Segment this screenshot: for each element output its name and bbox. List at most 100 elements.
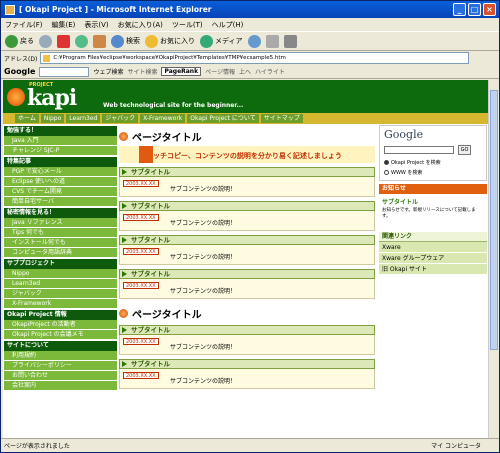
menu-file[interactable]: ファイル(F) [5, 20, 43, 30]
sidebar-item[interactable]: チャレンジ SJC-P [4, 146, 117, 156]
google-toolbar-logo[interactable]: Google [4, 67, 35, 76]
minimize-button[interactable]: _ [453, 3, 466, 16]
close-button[interactable]: × [483, 3, 496, 16]
related-link[interactable]: 旧 Okapi サイト [379, 264, 487, 275]
search-icon [111, 34, 124, 48]
sub-description: サブコンテンツの説明！ [170, 186, 237, 193]
address-input[interactable]: C:¥Program Files¥eclipse¥workspace¥Okapi… [40, 52, 469, 64]
subtitle: サブタイトル [119, 269, 375, 279]
sidebar-item[interactable]: CVS でチーム開発 [4, 187, 117, 197]
scrollbar-thumb[interactable] [490, 90, 498, 350]
sidebar-item[interactable]: 会社案内 [4, 381, 117, 391]
forward-button[interactable] [39, 34, 52, 48]
menu-edit[interactable]: 編集(E) [52, 20, 76, 30]
pagerank-indicator[interactable]: PageRank [161, 67, 202, 76]
google-logo: Google [384, 128, 424, 141]
related-link[interactable]: Xware [379, 242, 487, 253]
stop-icon [57, 34, 70, 48]
browser-window: [ Okapi Project ] - Microsoft Internet E… [0, 0, 500, 453]
sidebar-item[interactable]: プライバシーポリシー [4, 361, 117, 371]
sub-section: サブタイトル 2003.XX.XX サブコンテンツの説明！ [119, 359, 375, 389]
sidebar-item[interactable]: コンピュータ用語辞典 [4, 248, 117, 258]
search-go-button[interactable]: GO [458, 145, 471, 155]
sidebar-item[interactable]: ジャバック [4, 289, 117, 299]
sidebar-item[interactable]: PGP で安心メール [4, 167, 117, 177]
nav-nippo[interactable]: Nippo [40, 114, 65, 123]
sidebar-item[interactable]: Okapi Project の会議メモ [4, 330, 117, 340]
news-title[interactable]: サブタイトル [382, 197, 484, 206]
sidebar-item[interactable]: 利用規約 [4, 351, 117, 361]
nav-sitemap[interactable]: サイトマップ [260, 114, 303, 123]
security-zone: マイ コンピュータ [431, 443, 481, 450]
refresh-icon [75, 34, 88, 48]
sidebar-heading: Okapi Project 情報 [4, 310, 117, 320]
stop-button[interactable] [57, 34, 70, 48]
address-label: アドレス(D) [4, 55, 38, 63]
nav-xframework[interactable]: X-Framework [140, 114, 186, 123]
site-search-button[interactable]: サイト検索 [127, 67, 157, 76]
home-button[interactable] [93, 34, 106, 48]
google-search-panel: Google GO Okapi Project を検索 WWW を検索 [379, 125, 487, 181]
menu-view[interactable]: 表示(V) [84, 20, 108, 30]
sidebar-item[interactable]: Nippo [4, 269, 117, 279]
page-title: ページタイトル [119, 305, 375, 321]
sub-section: サブタイトル 2003.XX.XX サブコンテンツの説明！ [119, 201, 375, 231]
radio-site-search[interactable]: Okapi Project を検索 [384, 159, 441, 166]
history-button[interactable] [247, 34, 261, 48]
back-arrow-icon [5, 34, 18, 48]
site-search-input[interactable] [384, 146, 454, 154]
refresh-button[interactable] [75, 34, 88, 48]
sub-section: サブタイトル 2003.XX.XX サブコンテンツの説明！ [119, 235, 375, 265]
date-badge: 2003.XX.XX [123, 282, 159, 289]
toolbar: 戻る 検索 お気に入り メディア [1, 31, 499, 51]
nav-learn3ed[interactable]: Learn3ed [66, 114, 101, 123]
highlight-button[interactable]: ハイライト [255, 67, 285, 76]
favorites-button[interactable]: お気に入り [145, 34, 195, 48]
status-text: ページが表示されました [4, 443, 70, 450]
date-badge: 2003.XX.XX [123, 214, 159, 221]
site-logo[interactable]: PROJECT kapi [7, 82, 83, 111]
sidebar-item[interactable]: 簡単自宅サーバ [4, 197, 117, 207]
sidebar-item[interactable]: お問い合わせ [4, 371, 117, 381]
print-button[interactable] [283, 34, 297, 48]
page-info-button[interactable]: ページ情報 [205, 67, 235, 76]
sidebar-item[interactable]: Java 入門 [4, 136, 117, 146]
sidebar-heading: 勉強する！ [4, 126, 117, 136]
nav-about[interactable]: Okapi Project について [187, 114, 259, 123]
sidebar-item[interactable]: Eclipse 使いへの道 [4, 177, 117, 187]
news-box: サブタイトル お知らせです。新規リリースについて記載します。 [379, 194, 487, 229]
related-link[interactable]: Xware グループウェア [379, 253, 487, 264]
maximize-button[interactable]: □ [468, 3, 481, 16]
mail-icon [265, 34, 279, 48]
search-button[interactable]: 検索 [111, 34, 140, 48]
media-button[interactable]: メディア [200, 34, 243, 48]
menu-favorites[interactable]: お気に入り(A) [118, 20, 163, 30]
sidebar-item[interactable]: インストール何でも [4, 238, 117, 248]
mail-button[interactable] [265, 34, 279, 48]
catch-copy: キャッチコピー、コンテンツの説明を分かり易く記述しましょう [119, 146, 375, 163]
site-tagline: Web technological site for the beginner.… [103, 102, 244, 109]
sidebar-item[interactable]: X-Framework [4, 299, 117, 309]
menu-tools[interactable]: ツール(T) [172, 20, 203, 30]
sub-description: サブコンテンツの説明！ [170, 344, 237, 351]
sidebar-item[interactable]: Learn3ed [4, 279, 117, 289]
main-content: ページタイトル キャッチコピー、コンテンツの説明を分かり易く記述しましょう サブ… [119, 128, 375, 389]
sidebar-item[interactable]: Tips 何でも [4, 228, 117, 238]
web-search-button[interactable]: ウェブ検索 [93, 67, 123, 76]
google-toolbar-search-input[interactable] [39, 66, 90, 77]
back-button[interactable]: 戻る [5, 34, 34, 48]
radio-web-search[interactable]: WWW を検索 [384, 169, 422, 176]
sidebar-item[interactable]: Java リファレンス [4, 218, 117, 228]
menu-help[interactable]: ヘルプ(H) [212, 20, 244, 30]
vertical-scrollbar[interactable] [488, 80, 498, 438]
nav-home[interactable]: ホーム [15, 114, 39, 123]
page-title: ページタイトル [119, 128, 375, 144]
title-bar: [ Okapi Project ] - Microsoft Internet E… [1, 1, 499, 18]
sidebar-heading: 秘密情報を見る！ [4, 208, 117, 218]
nav-javak[interactable]: ジャバック [102, 114, 139, 123]
sidebar-heading: サブプロジェクト [4, 259, 117, 269]
sidebar-item[interactable]: OkapiProject の活動者 [4, 320, 117, 330]
radio-empty-icon [384, 170, 389, 175]
subtitle: サブタイトル [119, 235, 375, 245]
up-button[interactable]: 上へ [239, 67, 251, 76]
